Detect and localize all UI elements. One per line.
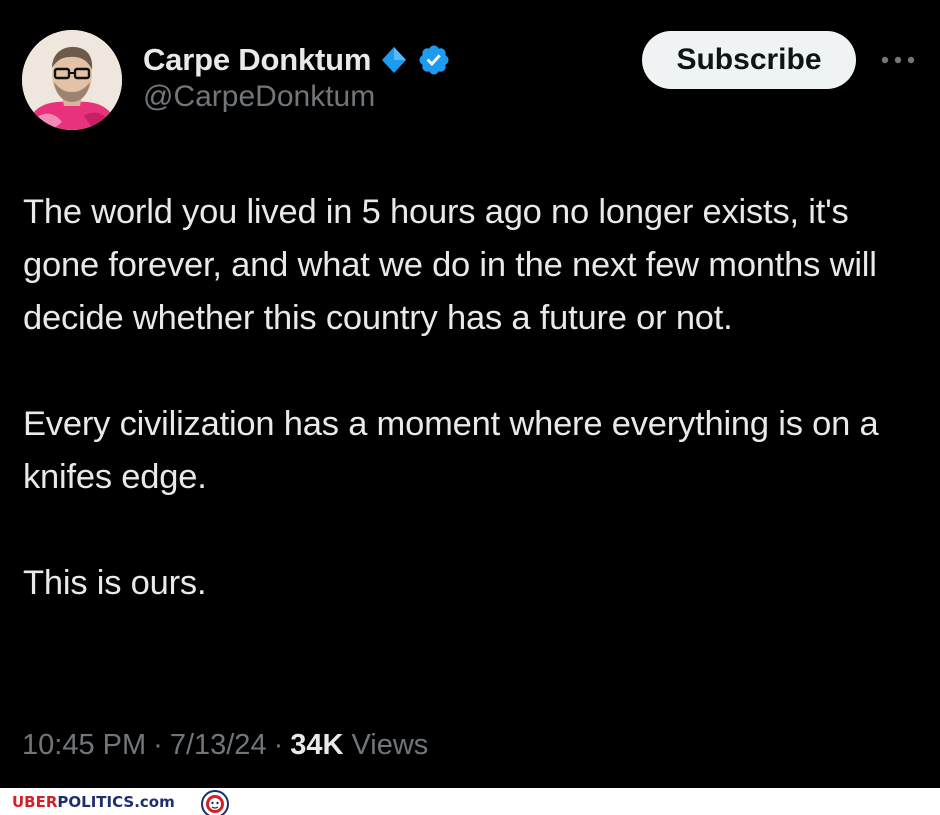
more-options-icon[interactable] bbox=[876, 44, 920, 76]
watermark-text: UBER POLITICS .com bbox=[12, 791, 175, 813]
separator: · bbox=[273, 728, 284, 761]
tweet-paragraph: Every civilization has a moment where ev… bbox=[23, 405, 879, 496]
tweet-text: The world you lived in 5 hours ago no lo… bbox=[23, 186, 923, 610]
lion-logo-icon bbox=[194, 789, 236, 815]
author-handle[interactable]: @CarpeDonktum bbox=[143, 80, 375, 114]
avatar[interactable] bbox=[22, 30, 122, 130]
post-date[interactable]: 7/13/24 bbox=[170, 729, 267, 762]
verified-badge-icon[interactable] bbox=[417, 43, 451, 77]
diamond-badge-icon bbox=[377, 43, 411, 77]
views-label: Views bbox=[351, 728, 429, 761]
avatar-photo bbox=[22, 30, 122, 130]
subscribe-button[interactable]: Subscribe bbox=[642, 31, 856, 89]
author-display-name[interactable]: Carpe Donktum bbox=[143, 42, 371, 78]
tweet-metadata: 10:45 PM · 7/13/24 · 34K Views bbox=[22, 724, 428, 766]
post-time[interactable]: 10:45 PM bbox=[22, 729, 146, 762]
tweet-header: Carpe Donktum @CarpeDonktum Subscribe bbox=[0, 0, 940, 140]
watermark-part1: UBER bbox=[12, 793, 58, 811]
tweet-paragraph: The world you lived in 5 hours ago no lo… bbox=[23, 193, 877, 337]
watermark-part3: .com bbox=[134, 793, 175, 811]
views-count[interactable]: 34K bbox=[290, 729, 343, 762]
watermark-part2: POLITICS bbox=[57, 793, 135, 811]
author-name-row: Carpe Donktum bbox=[143, 40, 451, 80]
tweet-paragraph: This is ours. bbox=[23, 564, 207, 602]
separator: · bbox=[153, 728, 163, 761]
